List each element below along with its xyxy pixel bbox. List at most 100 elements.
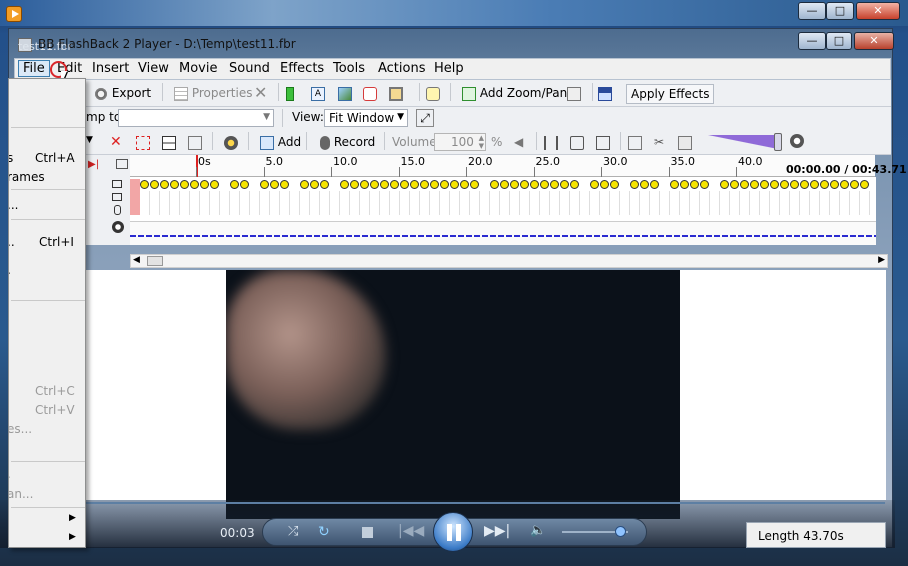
keyframe-marker[interactable] <box>770 180 779 189</box>
keyframe-marker[interactable] <box>520 180 529 189</box>
keyframe-marker[interactable] <box>230 180 239 189</box>
keyframe-marker[interactable] <box>140 180 149 189</box>
scroll-right-icon[interactable]: ▶ <box>878 255 885 265</box>
keyframe-marker[interactable] <box>610 180 619 189</box>
volume-input[interactable]: 100 ▲ ▼ <box>434 133 486 151</box>
window-effect-icon[interactable] <box>598 84 612 104</box>
volume-slider-handle[interactable] <box>774 133 782 151</box>
keyframe-marker[interactable] <box>810 180 819 189</box>
add-sound-button[interactable]: Add <box>260 133 301 153</box>
menu-insert[interactable]: Insert <box>92 61 129 76</box>
keyframe-marker[interactable] <box>590 180 599 189</box>
scroll-down-icon[interactable]: ▼ <box>86 135 93 145</box>
keyframe-marker[interactable] <box>730 180 739 189</box>
keyframe-marker[interactable] <box>310 180 319 189</box>
keyframe-marker[interactable] <box>400 180 409 189</box>
timeline-end-icon[interactable]: ▶| <box>88 159 99 170</box>
keyframe-marker[interactable] <box>860 180 869 189</box>
split-icon[interactable] <box>544 133 558 153</box>
inner-minimize-button[interactable]: — <box>798 32 826 50</box>
view-select[interactable]: Fit Window ▼ <box>324 109 408 127</box>
keyframe-marker[interactable] <box>650 180 659 189</box>
speaker-small-icon[interactable]: ◀ <box>514 133 523 153</box>
fullscreen-icon[interactable]: ⤢ <box>416 109 434 127</box>
keyframe-marker[interactable] <box>350 180 359 189</box>
keyframe-marker[interactable] <box>320 180 329 189</box>
keyframe-marker[interactable] <box>200 180 209 189</box>
marker-icon[interactable] <box>286 84 294 104</box>
image-icon[interactable] <box>338 84 352 104</box>
keyframe-marker[interactable] <box>430 180 439 189</box>
audio-track[interactable] <box>130 221 876 245</box>
speaker-icon[interactable] <box>790 134 804 148</box>
text-box-icon[interactable]: A <box>311 84 325 104</box>
stop-icon[interactable] <box>362 527 373 538</box>
keyframe-marker[interactable] <box>410 180 419 189</box>
keyframe-marker[interactable] <box>790 180 799 189</box>
timeline-tracks[interactable] <box>86 177 876 245</box>
keyframe-marker[interactable] <box>380 180 389 189</box>
keyframe-marker[interactable] <box>460 180 469 189</box>
scroll-thumb[interactable] <box>147 256 163 266</box>
keyframe-marker[interactable] <box>570 180 579 189</box>
keyframe-marker[interactable] <box>640 180 649 189</box>
keyframe-marker[interactable] <box>370 180 379 189</box>
menu-view[interactable]: View <box>138 61 169 76</box>
keyframe-marker[interactable] <box>760 180 769 189</box>
keyframe-marker[interactable] <box>840 180 849 189</box>
keyframe-marker[interactable] <box>510 180 519 189</box>
cursor-track[interactable] <box>140 191 876 203</box>
previous-icon[interactable]: |◀◀ <box>398 523 424 539</box>
keyframe-marker[interactable] <box>740 180 749 189</box>
shuffle-icon[interactable]: ⤮ <box>288 524 298 539</box>
menu-tools[interactable]: Tools <box>333 61 365 76</box>
mute-icon[interactable]: 🔈 <box>530 523 546 538</box>
jump-to-combo[interactable]: ▼ <box>118 109 274 127</box>
menu-effects[interactable]: Effects <box>280 61 324 76</box>
shape-icon[interactable] <box>363 84 377 104</box>
timeline-ruler[interactable]: 0s 5.0 10.0 15.0 20.0 25.0 30.0 35.0 40.0 <box>130 155 875 177</box>
menu-sound[interactable]: Sound <box>229 61 270 76</box>
insert-frame-icon[interactable] <box>162 133 176 153</box>
keyframe-marker[interactable] <box>470 180 479 189</box>
pause-button[interactable] <box>433 512 473 552</box>
next-icon[interactable]: ▶▶| <box>484 523 510 539</box>
submenu-arrow-icon[interactable]: ▶ <box>69 513 76 523</box>
keyframe-marker[interactable] <box>270 180 279 189</box>
keyframe-marker[interactable] <box>550 180 559 189</box>
cut-icon[interactable]: ✂ <box>654 133 664 153</box>
keyframe-marker[interactable] <box>720 180 729 189</box>
add-zoom-pan-button[interactable]: Add Zoom/Pan <box>462 84 567 104</box>
keyframe-marker[interactable] <box>340 180 349 189</box>
close-button[interactable]: ✕ <box>856 2 900 20</box>
record-button[interactable]: Record <box>320 133 375 153</box>
keyframe-marker[interactable] <box>160 180 169 189</box>
player-volume-thumb[interactable] <box>615 526 626 537</box>
volume-spinner-icon[interactable]: ▲ ▼ <box>479 134 484 150</box>
keyframe-marker[interactable] <box>670 180 679 189</box>
minimize-button[interactable]: — <box>798 2 826 20</box>
inner-close-button[interactable]: ✕ <box>854 32 894 50</box>
sound-edit-icon[interactable] <box>224 133 238 153</box>
keyframe-marker[interactable] <box>300 180 309 189</box>
keyframe-marker[interactable] <box>630 180 639 189</box>
seek-bar[interactable] <box>10 502 885 504</box>
frame-icon[interactable] <box>389 84 403 104</box>
keyframe-marker[interactable] <box>560 180 569 189</box>
trim-icon[interactable] <box>188 133 202 153</box>
keyframe-marker[interactable] <box>830 180 839 189</box>
properties-button[interactable]: Properties <box>174 84 252 104</box>
frames-track[interactable] <box>140 179 876 191</box>
copy-icon[interactable] <box>628 133 642 153</box>
keyframe-marker[interactable] <box>490 180 499 189</box>
keyframe-marker[interactable] <box>170 180 179 189</box>
delete-frames-icon[interactable]: ✕ <box>110 133 122 153</box>
keyframe-marker[interactable] <box>800 180 809 189</box>
remove-zoom-icon[interactable] <box>567 84 581 104</box>
keyframe-marker[interactable] <box>820 180 829 189</box>
menu-movie[interactable]: Movie <box>179 61 217 76</box>
delete-range-icon[interactable] <box>136 133 150 153</box>
keyframe-marker[interactable] <box>540 180 549 189</box>
playback-volume-slider[interactable] <box>708 135 778 149</box>
keyframe-marker[interactable] <box>780 180 789 189</box>
